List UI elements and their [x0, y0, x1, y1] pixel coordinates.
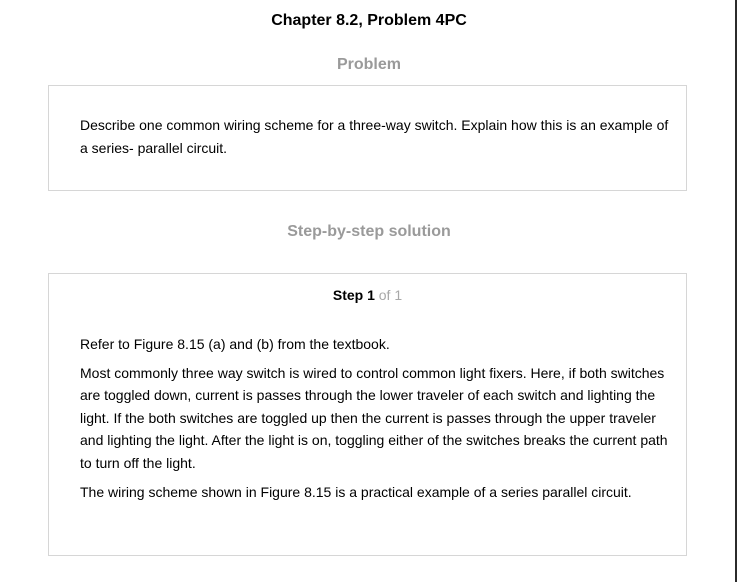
solution-heading: Step-by-step solution	[287, 223, 451, 240]
step-label: Step 1	[332, 287, 375, 303]
solution-card: Step 1 of 1 Refer to Figure 8.15 (a) and…	[48, 273, 687, 556]
solution-paragraph: Most commonly three way switch is wired …	[80, 364, 668, 471]
problem-text: Describe one common wiring scheme for a …	[80, 117, 669, 156]
solution-paragraph: The wiring scheme shown in Figure 8.15 i…	[80, 483, 632, 500]
problem-card: Describe one common wiring scheme for a …	[48, 85, 687, 191]
problem-heading: Problem	[336, 56, 401, 73]
solution-paragraph: Refer to Figure 8.15 (a) and (b) from th…	[80, 336, 390, 352]
solution-body: Refer to Figure 8.15 (a) and (b) from th…	[80, 333, 670, 509]
step-header: Step 1 of 1	[49, 287, 686, 303]
step-count: of 1	[378, 287, 403, 303]
window-edge	[735, 0, 737, 582]
chapter-title: Chapter 8.2, Problem 4PC	[271, 12, 467, 29]
